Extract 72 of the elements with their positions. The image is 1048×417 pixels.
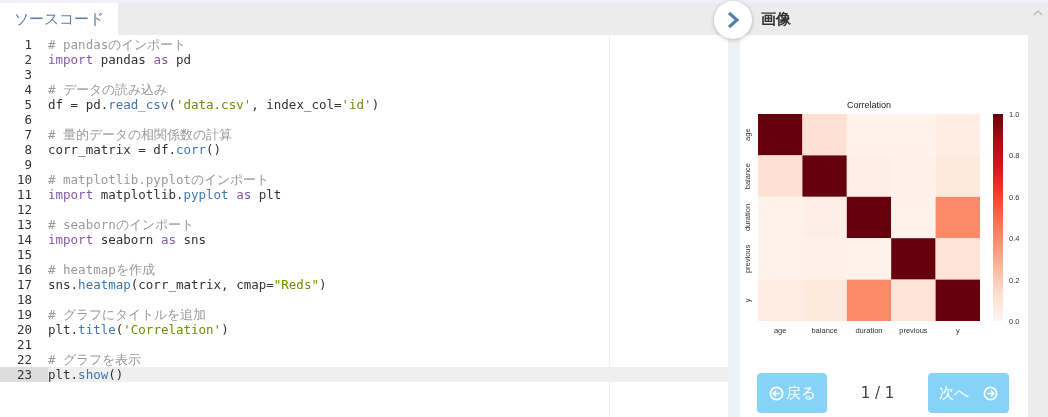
- heatmap-cell: [935, 196, 980, 239]
- line-number: 9: [23, 157, 33, 172]
- heatmap-cell: [802, 155, 847, 197]
- line-number: 2: [23, 52, 33, 67]
- line-number: 17: [15, 277, 33, 292]
- heatmap-cell: [802, 238, 847, 280]
- heatmap-cell: [846, 279, 892, 321]
- heatmap-cell: [758, 114, 803, 156]
- code-line: # matplotlib.pyplotのインポート: [48, 172, 269, 187]
- code-line: plt.title('Correlation'): [48, 322, 229, 337]
- heatmap-cell: [846, 114, 892, 156]
- arrow-left-icon: [768, 385, 784, 401]
- code-line: import pandas as pd: [48, 52, 191, 67]
- code-line: import seaborn as sns: [48, 232, 207, 247]
- code-line: # heatmapを作成: [48, 262, 155, 277]
- line-number: 16: [15, 262, 33, 277]
- back-button[interactable]: 戻る: [757, 373, 827, 413]
- code-line: # グラフにタイトルを追加: [48, 307, 207, 322]
- heatmap-cell: [758, 196, 803, 239]
- heatmap-cell: [802, 114, 847, 156]
- heatmap-cell: [846, 196, 892, 239]
- line-number: 18: [15, 292, 33, 307]
- code-line: # グラフを表示: [48, 352, 142, 367]
- line-number: 11: [15, 187, 33, 202]
- line-number: 7: [23, 127, 33, 142]
- heatmap-cell: [891, 238, 936, 280]
- line-number: 5: [23, 97, 33, 112]
- line-number: 21: [15, 337, 33, 352]
- arrow-right-icon: [983, 385, 998, 401]
- line-number: 4: [23, 82, 33, 97]
- heatmap-cell: [802, 279, 847, 321]
- chart-title: Correlation: [847, 100, 891, 110]
- heatmap-cell: [935, 114, 980, 156]
- heatmap-cell: [935, 155, 980, 197]
- code-line: # 量的データの相関係数の計算: [48, 127, 233, 142]
- code-line: # データの読み込み: [48, 82, 168, 97]
- heatmap-cell: [891, 279, 936, 321]
- line-number: 3: [23, 67, 33, 82]
- heatmap-cell: [846, 238, 892, 280]
- line-number: 8: [23, 142, 33, 157]
- heatmap-cell: [758, 238, 803, 280]
- line-number: 20: [15, 322, 33, 337]
- heatmap-cell: [891, 196, 936, 239]
- heatmap-cell: [758, 279, 803, 321]
- line-number: 15: [15, 247, 33, 262]
- heatmap-cell: [935, 238, 980, 280]
- line-number: 10: [15, 172, 33, 187]
- heatmap-cell: [758, 155, 803, 197]
- heatmap-cell: [846, 155, 892, 197]
- line-number: 22: [15, 352, 33, 367]
- code-line: corr_matrix = df.corr(): [48, 142, 222, 157]
- heatmap-cell: [802, 196, 847, 239]
- line-number: 1: [23, 37, 33, 52]
- line-number: 14: [15, 232, 33, 247]
- editor-tab[interactable]: ソースコード: [0, 3, 118, 35]
- next-button[interactable]: 次へ: [928, 373, 1009, 413]
- line-number: 6: [23, 112, 33, 127]
- panel-title: 画像: [761, 9, 791, 29]
- line-number: 19: [15, 307, 33, 322]
- code-line: # pandasのインポート: [48, 37, 187, 52]
- heatmap-cell: [891, 155, 936, 197]
- heatmap-cell: [891, 114, 936, 156]
- code-line: sns.heatmap(corr_matrix, cmap="Reds"): [48, 277, 327, 292]
- code-line: # seabornのインポート: [48, 217, 194, 232]
- line-number: 23: [0, 367, 48, 382]
- code-line: plt.show(): [48, 367, 124, 382]
- page-indicator: 1 / 1: [859, 384, 896, 402]
- heatmap-cell: [935, 279, 980, 321]
- line-number: 13: [15, 217, 33, 232]
- line-number: 12: [15, 202, 33, 217]
- code-line: import matplotlib.pyplot as plt: [48, 187, 282, 202]
- code-line: df = pd.read_csv('data.csv', index_col='id'): [48, 97, 380, 112]
